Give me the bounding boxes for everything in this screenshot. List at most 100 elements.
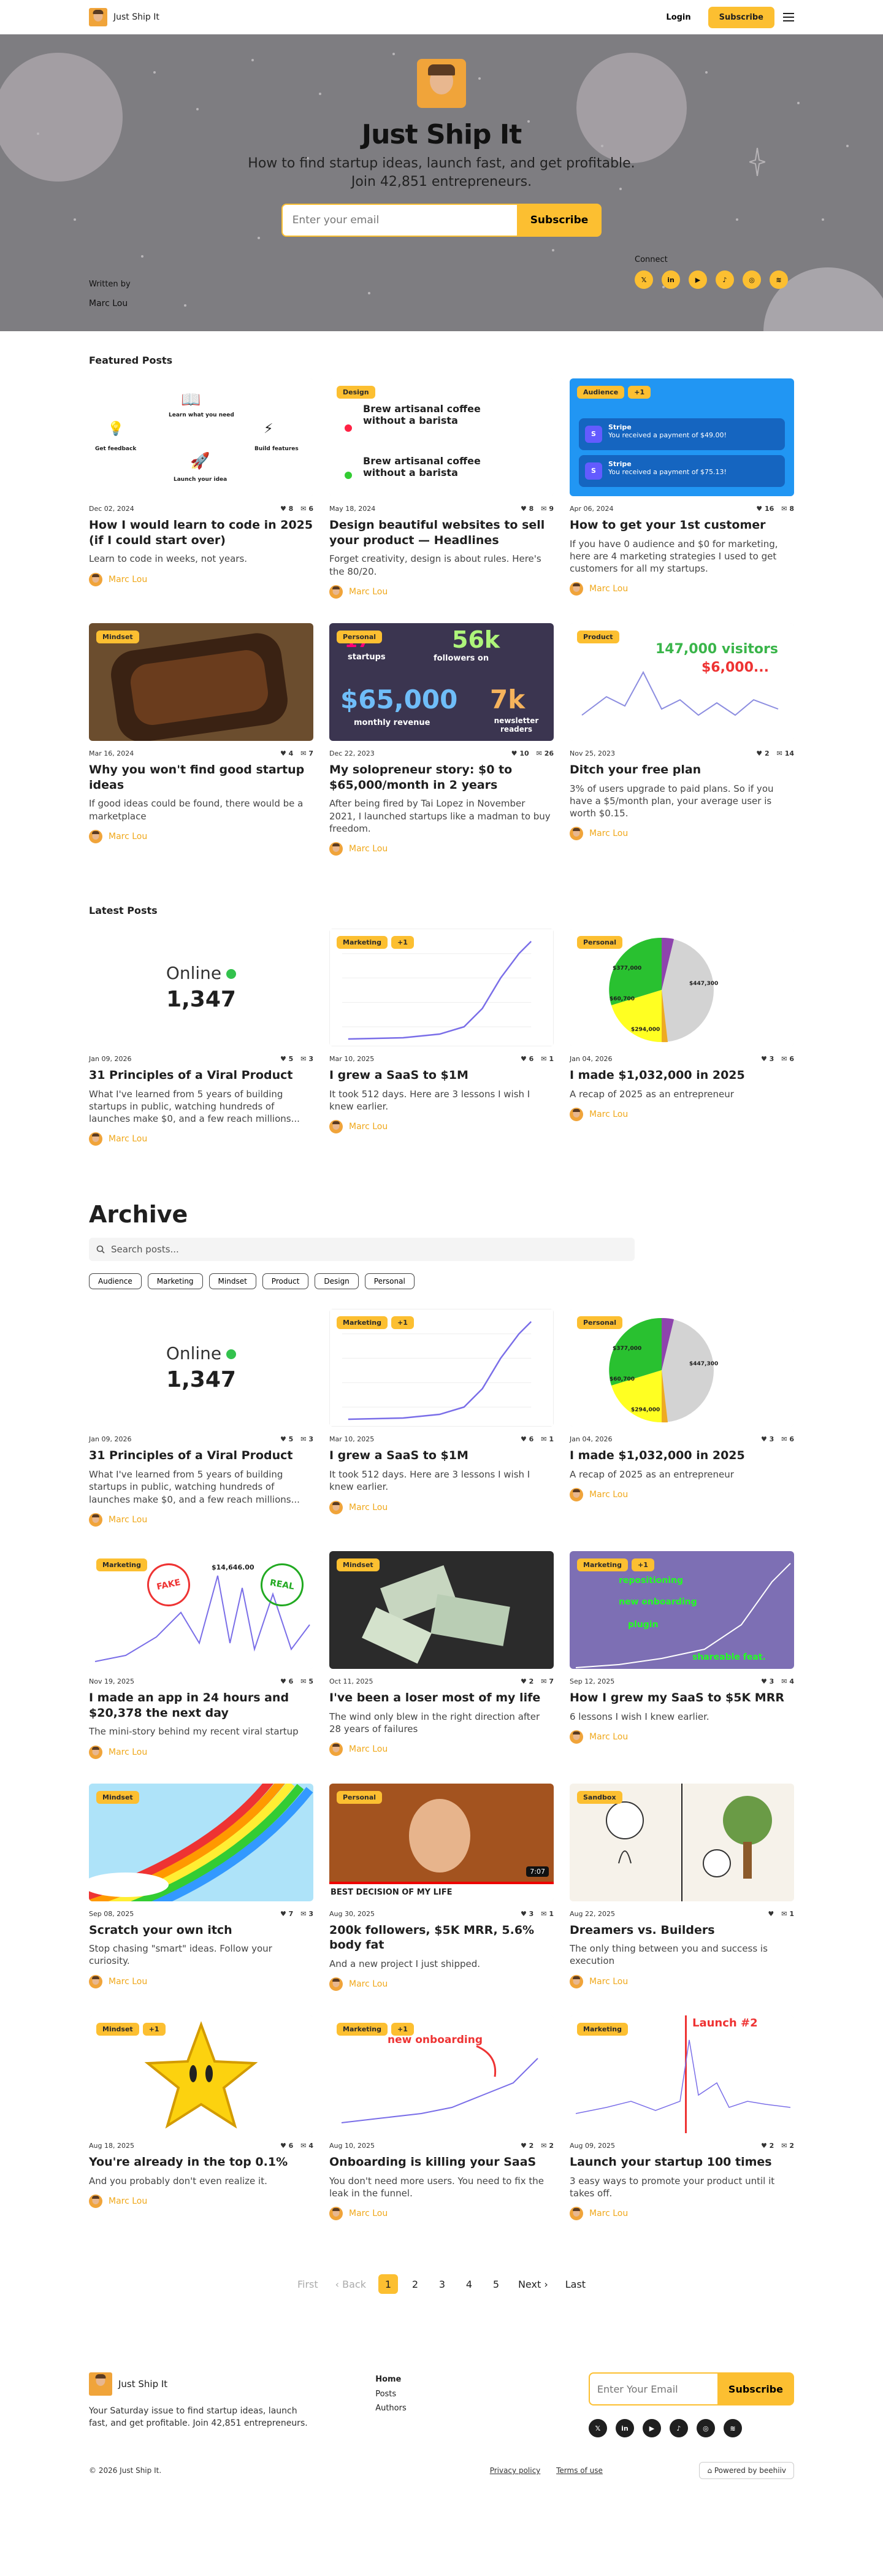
post-thumbnail[interactable]: Mindset [329, 1551, 554, 1669]
comment-count[interactable]: ✉ 26 [537, 749, 554, 757]
rss-icon[interactable]: ≋ [770, 270, 788, 289]
instagram-icon[interactable]: ◎ [743, 270, 761, 289]
post-author[interactable]: Marc Lou [589, 1490, 628, 1500]
like-count[interactable]: ♥ 2 [756, 749, 769, 757]
post-card[interactable]: repositioning new onboarding plugin sharea… [570, 1551, 794, 1759]
subscribe-button[interactable]: Subscribe [708, 6, 774, 28]
post-card[interactable]: 17 startups 56k followers on $65,000 mon… [329, 623, 554, 856]
filter-marketing[interactable]: Marketing [147, 1273, 203, 1290]
comment-count[interactable]: ✉ 14 [777, 749, 794, 757]
post-thumbnail[interactable]: 147,000 visitors $6,000... Product [570, 623, 794, 741]
tiktok-icon[interactable]: ♪ [669, 2419, 688, 2438]
post-tag[interactable]: Marketing [337, 2023, 388, 2036]
comment-count[interactable]: ✉ 2 [781, 2142, 794, 2150]
post-author[interactable]: Marc Lou [349, 1122, 388, 1132]
post-title[interactable]: I've been a loser most of my life [329, 1690, 554, 1706]
filter-audience[interactable]: Audience [89, 1273, 142, 1290]
footer-email-input[interactable] [588, 2372, 717, 2406]
post-card[interactable]: Marketing +1 Mar 10, 2025 ♥ 6 ✉ 1 I grew … [329, 929, 554, 1146]
x-icon[interactable]: 𝕏 [635, 270, 653, 289]
post-title[interactable]: I made an app in 24 hours and $20,378 th… [89, 1690, 313, 1720]
like-count[interactable]: ♥ 4 [280, 749, 293, 757]
post-thumbnail[interactable]: Mindset [89, 1783, 313, 1901]
post-card[interactable]: new onboarding Marketing +1 Aug 10, 2025 ♥… [329, 2015, 554, 2221]
youtube-icon[interactable]: ▶ [689, 270, 707, 289]
page-last[interactable]: Last [560, 2274, 591, 2294]
post-author[interactable]: Marc Lou [589, 2209, 628, 2218]
filter-personal[interactable]: Personal [364, 1273, 415, 1290]
post-author[interactable]: Marc Lou [349, 844, 388, 854]
post-title[interactable]: 200k followers, $5K MRR, 5.6% body fat [329, 1923, 554, 1953]
post-title[interactable]: Why you won't find good startup ideas [89, 762, 313, 792]
post-title[interactable]: Dreamers vs. Builders [570, 1923, 794, 1938]
like-count[interactable]: ♥ [768, 1910, 774, 1918]
post-tag[interactable]: +1 [391, 2023, 414, 2036]
comment-count[interactable]: ✉ 8 [781, 505, 794, 513]
comment-count[interactable]: ✉ 1 [781, 1910, 794, 1918]
comment-count[interactable]: ✉ 6 [781, 1055, 794, 1063]
post-tag[interactable]: Mindset [337, 1558, 380, 1571]
post-thumbnail[interactable]: new onboarding Marketing +1 [329, 2015, 554, 2134]
post-tag[interactable]: +1 [142, 2023, 166, 2036]
post-card[interactable]: Online 1,347 Jan 09, 2026 ♥ 5 ✉ 3 31 Prin… [89, 929, 313, 1146]
post-thumbnail[interactable]: Mindset [89, 623, 313, 741]
post-tag[interactable]: Personal [337, 1790, 383, 1804]
post-thumbnail[interactable]: Marketing +1 [329, 1309, 554, 1427]
post-author[interactable]: Marc Lou [109, 832, 147, 841]
post-author[interactable]: Marc Lou [109, 1977, 147, 1987]
post-title[interactable]: You're already in the top 0.1% [89, 2155, 313, 2170]
post-tag[interactable]: Personal [577, 1316, 623, 1330]
post-author[interactable]: Marc Lou [109, 1515, 147, 1525]
comment-count[interactable]: ✉ 2 [541, 2142, 554, 2150]
post-thumbnail[interactable]: 7:07 BEST DECISION OF MY LIFE Personal [329, 1783, 554, 1901]
post-card[interactable]: Mindset Mar 16, 2024 ♥ 4 ✉ 7 Why you won… [89, 623, 313, 856]
post-title[interactable]: I grew a SaaS to $1M [329, 1448, 554, 1463]
post-tag[interactable]: Mindset [96, 630, 139, 643]
instagram-icon[interactable]: ◎ [696, 2419, 715, 2438]
post-tag[interactable]: Marketing [337, 936, 388, 949]
post-title[interactable]: My solopreneur story: $0 to $65,000/mont… [329, 762, 554, 792]
hero-subscribe-button[interactable]: Subscribe [516, 204, 602, 237]
post-thumbnail[interactable]: Stripe You received a payment of $49.00! S… [570, 378, 794, 496]
menu-icon[interactable] [783, 13, 794, 21]
like-count[interactable]: ♥ 6 [521, 1055, 533, 1063]
post-thumbnail[interactable]: 📖 Learn what you need ⚡ Build features 🚀… [89, 378, 313, 496]
hero-email-input[interactable] [281, 204, 517, 237]
comment-count[interactable]: ✉ 3 [300, 1435, 313, 1443]
hero-author[interactable]: Marc Lou [89, 299, 131, 309]
post-author[interactable]: Marc Lou [589, 829, 628, 838]
like-count[interactable]: ♥ 2 [761, 2142, 774, 2150]
comment-count[interactable]: ✉ 3 [300, 1910, 313, 1918]
post-title[interactable]: I grew a SaaS to $1M [329, 1068, 554, 1083]
post-title[interactable]: Launch your startup 100 times [570, 2155, 794, 2170]
like-count[interactable]: ♥ 8 [521, 505, 533, 513]
post-title[interactable]: 31 Principles of a Viral Product [89, 1448, 313, 1463]
x-icon[interactable]: 𝕏 [588, 2419, 607, 2438]
comment-count[interactable]: ✉ 7 [541, 1677, 554, 1685]
powered-by-badge[interactable]: ⌂ Powered by beehiiv [699, 2462, 794, 2480]
post-title[interactable]: I made $1,032,000 in 2025 [570, 1448, 794, 1463]
post-tag[interactable]: Mindset [96, 1790, 139, 1804]
linkedin-icon[interactable]: in [615, 2419, 634, 2438]
post-title[interactable]: I made $1,032,000 in 2025 [570, 1068, 794, 1083]
post-tag[interactable]: Marketing [96, 1558, 148, 1571]
post-card[interactable]: Launch #2 Marketing Aug 09, 2025 ♥ 2 ✉ 2 … [570, 2015, 794, 2221]
comment-count[interactable]: ✉ 5 [300, 1677, 313, 1685]
post-tag[interactable]: +1 [391, 1316, 414, 1330]
post-thumbnail[interactable]: Online 1,347 [89, 1309, 313, 1427]
like-count[interactable]: ♥ 6 [521, 1435, 533, 1443]
post-tag[interactable]: Personal [337, 630, 383, 643]
post-tag[interactable]: Mindset [96, 2023, 139, 2036]
like-count[interactable]: ♥ 5 [280, 1435, 293, 1443]
like-count[interactable]: ♥ 3 [761, 1677, 774, 1685]
post-tag[interactable]: Marketing [577, 1558, 629, 1571]
like-count[interactable]: ♥ 6 [280, 2142, 293, 2150]
post-thumbnail[interactable]: Marketing +1 [329, 929, 554, 1046]
linkedin-icon[interactable]: in [662, 270, 680, 289]
footer-brand[interactable]: Just Ship It [89, 2372, 310, 2396]
like-count[interactable]: ♥ 3 [521, 1910, 533, 1918]
post-card[interactable]: 📖 Learn what you need ⚡ Build features 🚀… [89, 378, 313, 599]
post-tag[interactable]: Audience [577, 386, 625, 399]
comment-count[interactable]: ✉ 1 [541, 1435, 554, 1443]
comment-count[interactable]: ✉ 7 [300, 749, 313, 757]
